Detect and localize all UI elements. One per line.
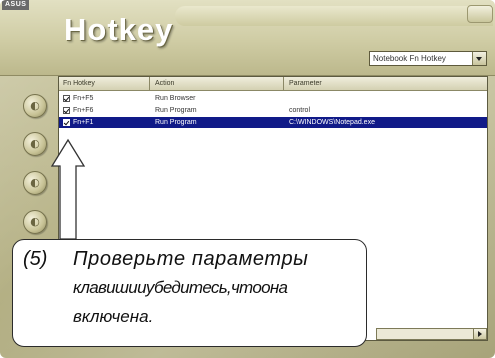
action-cell: Run Program (155, 119, 197, 126)
parameter-cell: control (289, 107, 311, 114)
window-corner-button[interactable] (467, 5, 493, 23)
callout-line-2: клавишииубедитесь,чтоона (73, 278, 288, 297)
title-bar: ASUS Hotkey Notebook Fn Hotkey (0, 0, 495, 76)
circle-button-3-icon: ◐ (30, 176, 40, 189)
parameter-cell: C:\WINDOWS\Notepad.exe (289, 119, 375, 126)
callout-line-1: Проверьте параметры (73, 248, 309, 270)
chevron-down-icon[interactable] (472, 52, 486, 65)
instruction-callout: (5) Проверьте параметры клавишииубедитес… (12, 239, 367, 347)
row-checkbox[interactable] (63, 95, 70, 102)
hotkey-window: ASUS Hotkey Notebook Fn Hotkey ◐ ◐ ◐ ◐ F… (0, 0, 495, 358)
column-header-hotkey[interactable]: Fn Hotkey (63, 78, 95, 89)
action-cell: Run Program (155, 107, 197, 114)
circle-button-1-icon: ◐ (30, 99, 40, 112)
side-button-1[interactable]: ◐ (23, 94, 47, 118)
callout-step-number: (5) (23, 248, 48, 270)
row-checkbox[interactable] (63, 107, 70, 114)
arrow-up-icon (50, 138, 86, 240)
hotkey-cell: Fn+F5 (73, 95, 94, 102)
scroll-right-icon[interactable] (473, 329, 486, 339)
callout-line-3: включена. (73, 307, 154, 326)
circle-button-4-icon: ◐ (30, 215, 40, 228)
table-row[interactable]: Fn+F5 Run Browser (59, 93, 487, 104)
side-button-2[interactable]: ◐ (23, 132, 47, 156)
brand-logo: ASUS (2, 0, 30, 10)
title-bar-ornament (175, 6, 493, 26)
callout-arrow (50, 138, 86, 240)
column-divider[interactable] (283, 77, 284, 90)
mode-select-value: Notebook Fn Hotkey (373, 54, 446, 63)
column-header-parameter[interactable]: Parameter (289, 78, 322, 89)
mode-select[interactable]: Notebook Fn Hotkey (369, 51, 487, 66)
side-button-3[interactable]: ◐ (23, 171, 47, 195)
hotkey-cell: Fn+F1 (73, 119, 94, 126)
table-header: Fn Hotkey Action Parameter (59, 77, 487, 91)
side-button-4[interactable]: ◐ (23, 210, 47, 234)
circle-button-2-icon: ◐ (30, 137, 40, 150)
column-divider[interactable] (149, 77, 150, 90)
action-cell: Run Browser (155, 95, 196, 102)
table-row-selected[interactable]: Fn+F1 Run Program C:\WINDOWS\Notepad.exe (59, 117, 487, 128)
horizontal-scrollbar[interactable] (376, 328, 487, 340)
table-row[interactable]: Fn+F6 Run Program control (59, 105, 487, 116)
column-header-action[interactable]: Action (155, 78, 174, 89)
hotkey-cell: Fn+F6 (73, 107, 94, 114)
row-checkbox[interactable] (63, 119, 70, 126)
window-title: Hotkey (64, 12, 174, 47)
